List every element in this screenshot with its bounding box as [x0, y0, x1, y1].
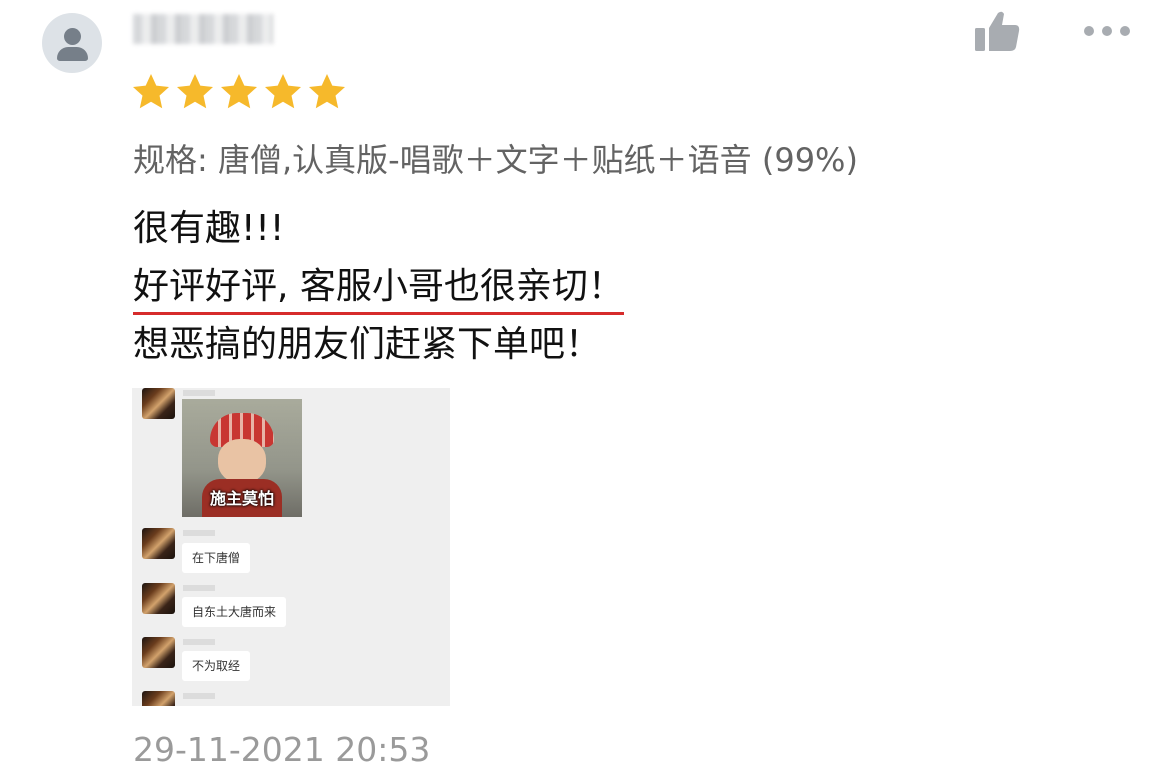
more-options-icon[interactable]: [1084, 22, 1136, 40]
dot: [1102, 26, 1112, 36]
chat-name: [183, 693, 215, 699]
avatar-shoulders: [57, 47, 88, 61]
chat-name: [183, 530, 215, 536]
chat-bubble: 自东土大唐而来: [182, 597, 287, 627]
sticker-face: [218, 439, 266, 483]
username-blurred: [133, 14, 273, 44]
star-icon: [309, 74, 345, 109]
chat-bubble: 在下唐僧: [182, 543, 251, 573]
chat-avatar: [142, 583, 175, 614]
chat-avatar: [142, 637, 175, 668]
spec-label: 规格: 唐僧,认真版-唱歌＋文字＋贴纸＋语音 (99%): [133, 141, 858, 179]
user-avatar[interactable]: [42, 13, 102, 73]
dot: [1120, 26, 1130, 36]
review-photo[interactable]: 施主莫怕 在下唐僧 自东土大唐而来 不为取经: [132, 388, 450, 706]
thumbs-up-icon[interactable]: [974, 10, 1020, 52]
chat-avatar: [142, 528, 175, 559]
star-icon: [177, 74, 213, 109]
chat-avatar: [142, 691, 175, 706]
star-rating: [131, 72, 347, 112]
chat-avatar: [142, 388, 175, 419]
review-line-3: 想恶搞的朋友们赶紧下单吧！: [133, 324, 602, 365]
review-line-2: 好评好评, 客服小哥也很亲切！: [133, 264, 624, 315]
star-icon: [133, 74, 169, 109]
chat-name: [183, 585, 215, 591]
chat-name: [183, 639, 215, 645]
dot: [1084, 26, 1094, 36]
star-icon: [265, 74, 301, 109]
sticker-caption: 施主莫怕: [209, 489, 274, 508]
review-date: 29-11-2021 20:53: [133, 730, 431, 769]
star-icon: [221, 74, 257, 109]
review-line-1: 很有趣!!!: [133, 208, 285, 249]
sticker-image: 施主莫怕: [182, 399, 302, 517]
chat-name: [183, 390, 215, 396]
chat-bubble: 不为取经: [182, 651, 251, 681]
avatar-head: [64, 28, 81, 45]
review-text: 很有趣!!! 好评好评, 客服小哥也很亲切！ 想恶搞的朋友们赶紧下单吧！: [133, 200, 624, 374]
